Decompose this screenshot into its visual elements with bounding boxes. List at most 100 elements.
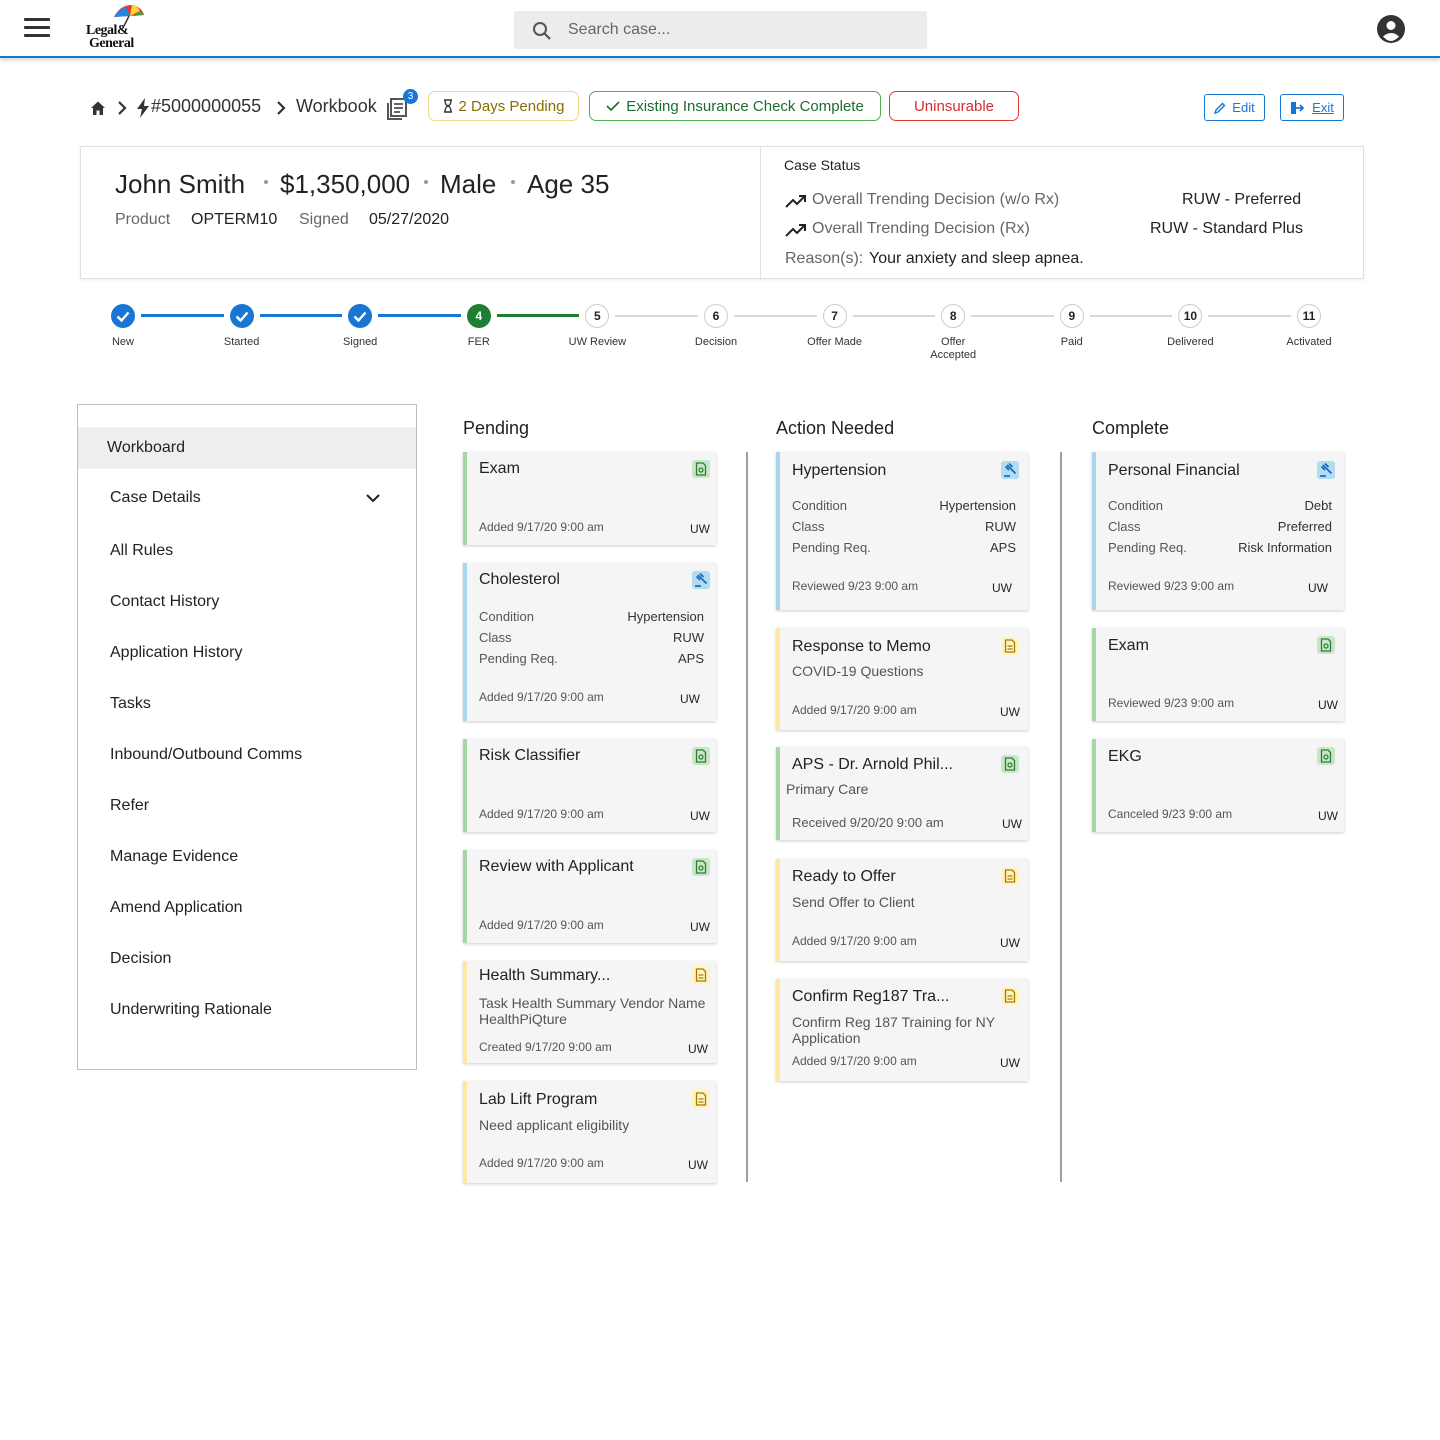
card-condition-label: Condition <box>479 609 534 624</box>
documents-button[interactable]: 3 <box>386 89 418 122</box>
brand-logo[interactable]: Legal& General <box>84 3 148 53</box>
sidebar-item-case-details[interactable]: Case Details <box>78 477 416 519</box>
task-card-review-with-applicant[interactable]: Review with Applicant Added 9/17/20 9:00… <box>463 850 716 943</box>
card-pending-label: Pending Req. <box>479 651 558 666</box>
stepper-step-5: 5 <box>585 304 610 328</box>
stepper-step-8: 8 <box>941 304 966 328</box>
document-icon <box>1001 755 1019 773</box>
breadcrumb-case-id[interactable]: #5000000055 <box>151 96 261 117</box>
applicant-age: Age 35 <box>527 169 610 199</box>
card-pending-label: Pending Req. <box>792 540 871 555</box>
sidebar-item-refer[interactable]: Refer <box>78 785 416 827</box>
task-card-health-summary[interactable]: Health Summary... Task Health Summary Ve… <box>463 961 716 1063</box>
separator-dot <box>511 180 515 184</box>
sidebar-item-label: Contact History <box>110 593 220 610</box>
task-card-exam-complete[interactable]: Exam Reviewed 9/23 9:00 am UW <box>1092 628 1344 721</box>
documents-badge: 3 <box>403 89 418 104</box>
sidebar-item-label: Refer <box>110 797 150 814</box>
stepper-connector <box>734 315 817 317</box>
stepper-connector <box>852 315 936 317</box>
rule-card-cholesterol[interactable]: Cholesterol Condition Hypertension Class… <box>463 563 716 721</box>
column-title-pending: Pending <box>463 418 530 438</box>
task-card-response-to-memo[interactable]: Response to Memo COVID-19 Questions Adde… <box>776 628 1028 730</box>
rule-card-personal-financial[interactable]: Personal Financial Condition Debt Class … <box>1092 452 1344 610</box>
column-divider <box>1060 452 1062 1182</box>
card-tag: UW <box>680 692 700 706</box>
rule-card-hypertension[interactable]: Hypertension Condition Hypertension Clas… <box>776 452 1028 610</box>
task-card-ekg[interactable]: EKG Canceled 9/23 9:00 am UW <box>1092 739 1344 832</box>
card-tag: UW <box>1000 936 1020 950</box>
card-footer: Received 9/20/20 9:00 am <box>792 815 944 830</box>
card-pending-value: APS <box>677 651 704 666</box>
stepper-step-1 <box>111 304 135 328</box>
separator-dot <box>264 180 268 184</box>
card-pending-value: Risk Information <box>1238 540 1332 555</box>
card-title: Exam <box>479 460 520 477</box>
sidebar-item-amend-application[interactable]: Amend Application <box>78 887 416 929</box>
column-title-action-needed: Action Needed <box>776 418 895 438</box>
sidebar-item-contact-history[interactable]: Contact History <box>78 581 416 623</box>
card-subtitle: Need applicant eligibility <box>479 1117 630 1133</box>
applicant-name: John Smith <box>115 169 246 199</box>
stepper-label: New <box>111 336 134 348</box>
card-title: Exam <box>1108 637 1149 654</box>
sidebar-item-comms[interactable]: Inbound/Outbound Comms <box>78 734 416 776</box>
trend-norx-label: Overall Trending Decision (w/o Rx) <box>812 191 1060 208</box>
card-tag: UW <box>1000 705 1020 719</box>
sidebar-item-tasks[interactable]: Tasks <box>78 683 416 725</box>
menu-icon[interactable] <box>24 18 50 40</box>
card-subtitle: Confirm Reg 187 Training for NY Applicat… <box>792 1014 995 1046</box>
sidebar-item-all-rules[interactable]: All Rules <box>78 530 416 572</box>
summary-divider <box>760 147 761 280</box>
task-card-ready-to-offer[interactable]: Ready to Offer Send Offer to Client Adde… <box>776 859 1028 961</box>
card-footer: Added 9/17/20 9:00 am <box>792 1054 917 1068</box>
card-subtitle: Task Health Summary Vendor Name HealthPi… <box>479 995 706 1027</box>
card-title: Health Summary... <box>479 967 611 984</box>
card-tag: UW <box>1308 581 1328 595</box>
card-footer: Reviewed 9/23 9:00 am <box>1108 579 1235 593</box>
card-footer: Added 9/17/20 9:00 am <box>792 703 917 717</box>
task-card-lab-lift[interactable]: Lab Lift Program Need applicant eligibil… <box>463 1081 716 1183</box>
edit-button[interactable]: Edit <box>1204 94 1265 121</box>
exit-button[interactable]: Exit <box>1280 94 1344 121</box>
stepper-label: Paid <box>1060 336 1083 348</box>
uninsurable-chip: Uninsurable <box>889 91 1019 121</box>
sidebar-item-label: Underwriting Rationale <box>110 1001 272 1018</box>
task-card-exam[interactable]: Exam Added 9/17/20 9:00 am UW <box>463 452 716 545</box>
note-icon <box>1001 637 1019 655</box>
card-subtitle: Primary Care <box>786 781 869 797</box>
check-icon <box>606 101 620 112</box>
card-class-value: RUW <box>672 630 704 645</box>
search-input[interactable] <box>568 11 908 49</box>
card-tag: UW <box>690 809 710 823</box>
stepper-label: FER <box>467 336 490 348</box>
task-card-confirm-reg187[interactable]: Confirm Reg187 Tra... Confirm Reg 187 Tr… <box>776 979 1028 1081</box>
sidebar-item-underwriting-rationale[interactable]: Underwriting Rationale <box>78 989 416 1031</box>
card-footer: Reviewed 9/23 9:00 am <box>1108 696 1235 710</box>
card-title: Risk Classifier <box>479 747 581 764</box>
card-title: Hypertension <box>792 462 887 479</box>
sidebar-item-decision[interactable]: Decision <box>78 938 416 980</box>
uninsurable-label: Uninsurable <box>913 97 995 115</box>
case-summary-card: John Smith $1,350,000 Male Age 35 Produc… <box>80 146 1364 280</box>
stepper-label: Signed <box>343 336 378 348</box>
card-tag: UW <box>1318 698 1338 712</box>
home-icon[interactable] <box>90 100 106 116</box>
sidebar-item-workboard[interactable]: Workboard <box>78 427 416 469</box>
stepper-connector <box>615 315 698 317</box>
sidebar-item-manage-evidence[interactable]: Manage Evidence <box>78 836 416 878</box>
coverage-amount: $1,350,000 <box>280 169 411 199</box>
trending-up-icon <box>785 195 806 208</box>
check-icon <box>235 311 248 322</box>
note-icon <box>692 1090 710 1108</box>
sidebar-item-application-history[interactable]: Application History <box>78 632 416 674</box>
card-subtitle: Send Offer to Client <box>792 894 915 910</box>
search-bar[interactable] <box>514 11 927 49</box>
task-card-aps[interactable]: APS - Dr. Arnold Phil... Primary Care Re… <box>776 747 1028 840</box>
account-icon[interactable] <box>1377 15 1405 43</box>
chevron-right-icon <box>118 101 127 115</box>
pending-chip: 2 Days Pending <box>428 91 579 121</box>
task-card-risk-classifier[interactable]: Risk Classifier Added 9/17/20 9:00 am UW <box>463 739 716 832</box>
card-class-value: Preferred <box>1277 519 1332 534</box>
insurance-check-label: Existing Insurance Check Complete <box>626 97 864 115</box>
